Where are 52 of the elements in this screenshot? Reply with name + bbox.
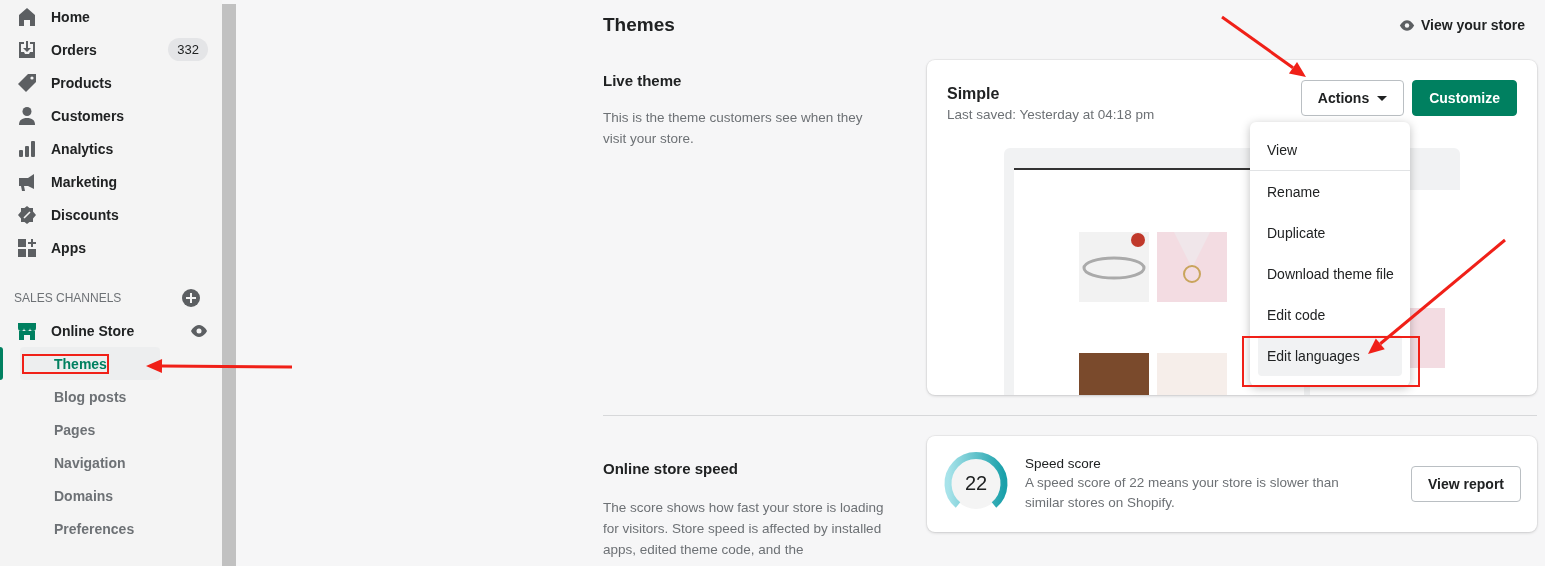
nav-item[interactable]: Online Store	[0, 314, 222, 347]
section-heading: SALES CHANNELS	[14, 291, 122, 305]
nav-item[interactable]: Customers	[0, 99, 222, 132]
speed-score: 22	[963, 472, 989, 495]
nav-subitem[interactable]: Themes	[20, 347, 160, 380]
section-description: This is the theme customers see when they visit your store.	[603, 109, 864, 148]
nav-item[interactable]: Marketing	[0, 165, 222, 198]
view-report-button[interactable]: View report	[1411, 466, 1521, 502]
nav-subitem[interactable]: Domains	[20, 479, 160, 512]
view-store-link[interactable]: View your store	[1399, 17, 1525, 33]
menu-item[interactable]: Rename	[1258, 171, 1402, 212]
nav-item[interactable]: Analytics	[0, 132, 222, 165]
caret-icon	[1377, 95, 1388, 101]
menu-item[interactable]: Edit code	[1258, 294, 1402, 335]
theme-name: Simple	[947, 85, 1001, 103]
inbox-download-icon	[17, 39, 37, 60]
add-icon[interactable]	[182, 289, 200, 307]
nav-subitem[interactable]: Preferences	[20, 512, 160, 545]
selection-indicator	[0, 347, 3, 380]
tag-icon	[17, 72, 37, 93]
nav-subitem[interactable]: Navigation	[20, 446, 160, 479]
nav-item[interactable]: Orders 332	[0, 33, 222, 66]
speed-text: A speed score of 22 means your store is slower than similar stores on Shopify.	[1025, 473, 1340, 512]
eye-icon	[1399, 19, 1415, 31]
menu-item[interactable]: Download theme file	[1258, 253, 1402, 294]
speed-heading: Speed score	[1025, 455, 1102, 471]
actions-button[interactable]: Actions	[1300, 80, 1405, 116]
apps-icon	[17, 237, 37, 258]
home-icon	[17, 6, 37, 27]
page-title: Themes	[603, 14, 675, 36]
nav-subitem[interactable]: Blog posts	[20, 380, 160, 413]
eye-icon[interactable]	[190, 324, 208, 337]
section-description: The score shows how fast your store is loading for visitors. Store speed is affected by installed apps, edited theme code, and the	[603, 499, 885, 559]
menu-item[interactable]: Duplicate	[1258, 212, 1402, 253]
nav-item[interactable]: Products	[0, 66, 222, 99]
menu-item[interactable]: Edit languages	[1258, 335, 1402, 376]
person-icon	[17, 105, 37, 126]
count-badge: 332	[168, 38, 208, 61]
last-saved-text: Last saved: Yesterday at 04:18 pm	[947, 107, 1155, 122]
bar-chart-icon	[17, 138, 37, 159]
nav-item[interactable]: Discounts	[0, 198, 222, 231]
discount-icon	[17, 204, 37, 225]
section-title: Online store speed	[603, 460, 740, 477]
nav-item[interactable]: Apps	[0, 231, 222, 264]
scrollbar[interactable]	[222, 4, 236, 566]
customize-button[interactable]: Customize	[1412, 80, 1517, 116]
menu-item[interactable]: View	[1258, 130, 1402, 170]
megaphone-icon	[17, 171, 37, 192]
storefront-icon	[17, 320, 37, 341]
nav-subitem[interactable]: Pages	[20, 413, 160, 446]
nav-item[interactable]: Home	[0, 0, 222, 33]
section-title: Live theme	[603, 72, 683, 89]
